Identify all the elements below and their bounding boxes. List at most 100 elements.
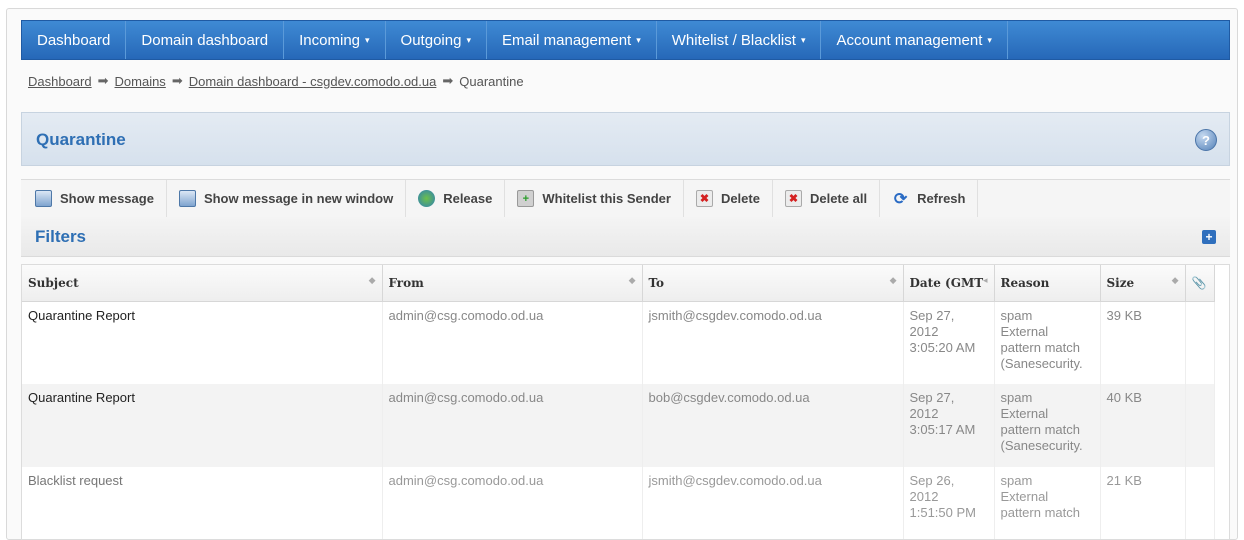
chevron-down-icon: ▾: [800, 34, 806, 45]
arrow-right-icon: ➡: [442, 73, 454, 88]
breadcrumb-domain-dashboard-link[interactable]: Domain dashboard - csgdev.comodo.od.ua: [189, 74, 437, 89]
nav-label: Whitelist / Blacklist: [671, 31, 796, 49]
column-label: Reason: [1000, 275, 1050, 290]
column-header-reason[interactable]: Reason: [994, 265, 1101, 302]
filters-section: Filters +: [21, 217, 1230, 257]
nav-dashboard[interactable]: Dashboard: [22, 21, 127, 59]
column-label: To: [648, 275, 665, 290]
date-line: 2012: [909, 323, 939, 339]
cell-size: 21 KB: [1100, 467, 1186, 539]
show-message-new-window-button[interactable]: Show message in new window: [167, 180, 407, 217]
refresh-icon: ⟳: [893, 190, 908, 208]
date-line: Sep 27,: [909, 307, 955, 323]
column-header-from[interactable]: From ◆: [382, 265, 643, 302]
date-line: 3:05:17 AM: [909, 422, 976, 437]
delete-button[interactable]: ✖ Delete: [684, 180, 773, 217]
nav-whitelist-blacklist[interactable]: Whitelist / Blacklist ▾: [657, 21, 822, 59]
table-row[interactable]: Quarantine Report admin@csg.comodo.od.ua…: [22, 301, 1215, 384]
new-window-icon: [178, 190, 196, 207]
delete-icon: ✖: [695, 190, 713, 207]
nav-email-management[interactable]: Email management ▾: [487, 21, 657, 59]
sort-icon: ◆: [889, 276, 897, 286]
cell-subject: Quarantine Report: [22, 384, 383, 467]
delete-all-button[interactable]: ✖ Delete all: [773, 180, 881, 217]
column-label: From: [388, 275, 424, 290]
sort-icon: ◂: [982, 276, 988, 286]
button-label: Refresh: [917, 191, 966, 206]
chevron-down-icon: ▾: [636, 34, 641, 45]
reason-line: External: [1000, 406, 1049, 421]
cell-attachment: [1185, 384, 1215, 467]
nav-label: Domain dashboard: [141, 31, 269, 49]
whitelist-sender-button[interactable]: + Whitelist this Sender: [505, 180, 684, 217]
cell-attachment: [1185, 467, 1215, 539]
reason-line: pattern match: [1000, 422, 1081, 437]
breadcrumb-dashboard-link[interactable]: Dashboard: [28, 74, 92, 89]
release-button[interactable]: Release: [406, 180, 506, 217]
table-header-row: Subject ◆ From ◆ To ◆ Date (GMT ◂ Reason Siz…: [22, 265, 1215, 302]
nav-label: Account management: [836, 31, 983, 49]
action-toolbar: Show message Show message in new window …: [21, 179, 1230, 217]
column-header-attachment[interactable]: 📎: [1185, 265, 1215, 302]
reason-line: spam: [1000, 390, 1033, 405]
table-row[interactable]: Quarantine Report admin@csg.comodo.od.ua…: [22, 384, 1215, 467]
cell-to: jsmith@csgdev.comodo.od.ua: [642, 467, 904, 539]
reason-line: (Sanesecurity.: [1000, 355, 1083, 371]
cell-date: Sep 26, 2012 1:51:50 PM: [903, 467, 995, 539]
column-header-to[interactable]: To ◆: [642, 265, 904, 302]
date-line: Sep 27,: [909, 390, 955, 405]
nav-account-management[interactable]: Account management ▾: [821, 21, 1008, 59]
breadcrumb: Dashboard ➡ Domains ➡ Domain dashboard -…: [28, 73, 524, 89]
date-line: 2012: [909, 489, 939, 504]
reason-line: pattern match: [1000, 505, 1081, 520]
quarantine-panel-header: Quarantine ?: [21, 112, 1230, 166]
cell-size: 40 KB: [1100, 384, 1186, 467]
sort-icon: ◆: [1171, 276, 1179, 286]
top-navigation: Dashboard Domain dashboard Incoming ▾ Out…: [21, 20, 1230, 60]
page-title: Quarantine: [36, 130, 126, 149]
sort-icon: ◆: [368, 276, 376, 286]
cell-to: jsmith@csgdev.comodo.od.ua: [642, 301, 904, 384]
refresh-button[interactable]: ⟳ Refresh: [880, 180, 979, 217]
filters-title[interactable]: Filters: [35, 227, 86, 247]
nav-domain-dashboard[interactable]: Domain dashboard: [126, 21, 285, 59]
cell-from: admin@csg.comodo.od.ua: [382, 301, 643, 384]
cell-attachment: [1185, 301, 1215, 384]
date-line: 2012: [909, 406, 939, 421]
whitelist-icon: +: [517, 190, 535, 207]
reason-line: External: [1000, 489, 1049, 504]
nav-label: Dashboard: [37, 31, 111, 49]
reason-line: External: [1000, 323, 1049, 339]
cell-date: Sep 27, 2012 3:05:20 AM: [903, 301, 995, 384]
cell-reason: spam External pattern match (Sanesecurit…: [994, 301, 1101, 384]
column-header-size[interactable]: Size ◆: [1100, 265, 1186, 302]
show-message-button[interactable]: Show message: [21, 180, 167, 217]
button-label: Whitelist this Sender: [542, 191, 671, 206]
cell-subject: Blacklist request: [22, 467, 383, 539]
cell-date: Sep 27, 2012 3:05:17 AM: [903, 384, 995, 467]
nav-outgoing[interactable]: Outgoing ▾: [386, 21, 487, 59]
breadcrumb-domains-link[interactable]: Domains: [115, 74, 166, 89]
column-header-subject[interactable]: Subject ◆: [22, 265, 383, 302]
expand-icon[interactable]: +: [1202, 230, 1216, 244]
button-label: Delete all: [809, 191, 868, 206]
nav-incoming[interactable]: Incoming ▾: [284, 21, 386, 59]
quarantine-table: Subject ◆ From ◆ To ◆ Date (GMT ◂ Reason Siz…: [21, 264, 1230, 540]
cell-size: 39 KB: [1100, 301, 1186, 384]
cell-subject: Quarantine Report: [22, 301, 383, 384]
delete-all-icon: ✖: [784, 190, 802, 207]
chevron-down-icon: ▾: [987, 34, 992, 45]
help-icon[interactable]: ?: [1195, 129, 1217, 151]
column-label: Subject: [28, 275, 79, 290]
date-line: Sep 26,: [909, 473, 955, 488]
message-icon: [35, 190, 52, 207]
reason-line: (Sanesecurity.: [1000, 438, 1083, 453]
column-label: Size: [1106, 275, 1135, 290]
cell-reason: spam External pattern match (Sanesecurit…: [994, 384, 1101, 467]
column-header-date[interactable]: Date (GMT ◂: [903, 265, 995, 302]
nav-label: Outgoing: [400, 31, 462, 49]
arrow-right-icon: ➡: [171, 73, 183, 88]
table-row[interactable]: Blacklist request admin@csg.comodo.od.ua…: [22, 467, 1215, 539]
reason-line: pattern match: [1000, 339, 1081, 355]
date-line: 1:51:50 PM: [909, 505, 977, 520]
